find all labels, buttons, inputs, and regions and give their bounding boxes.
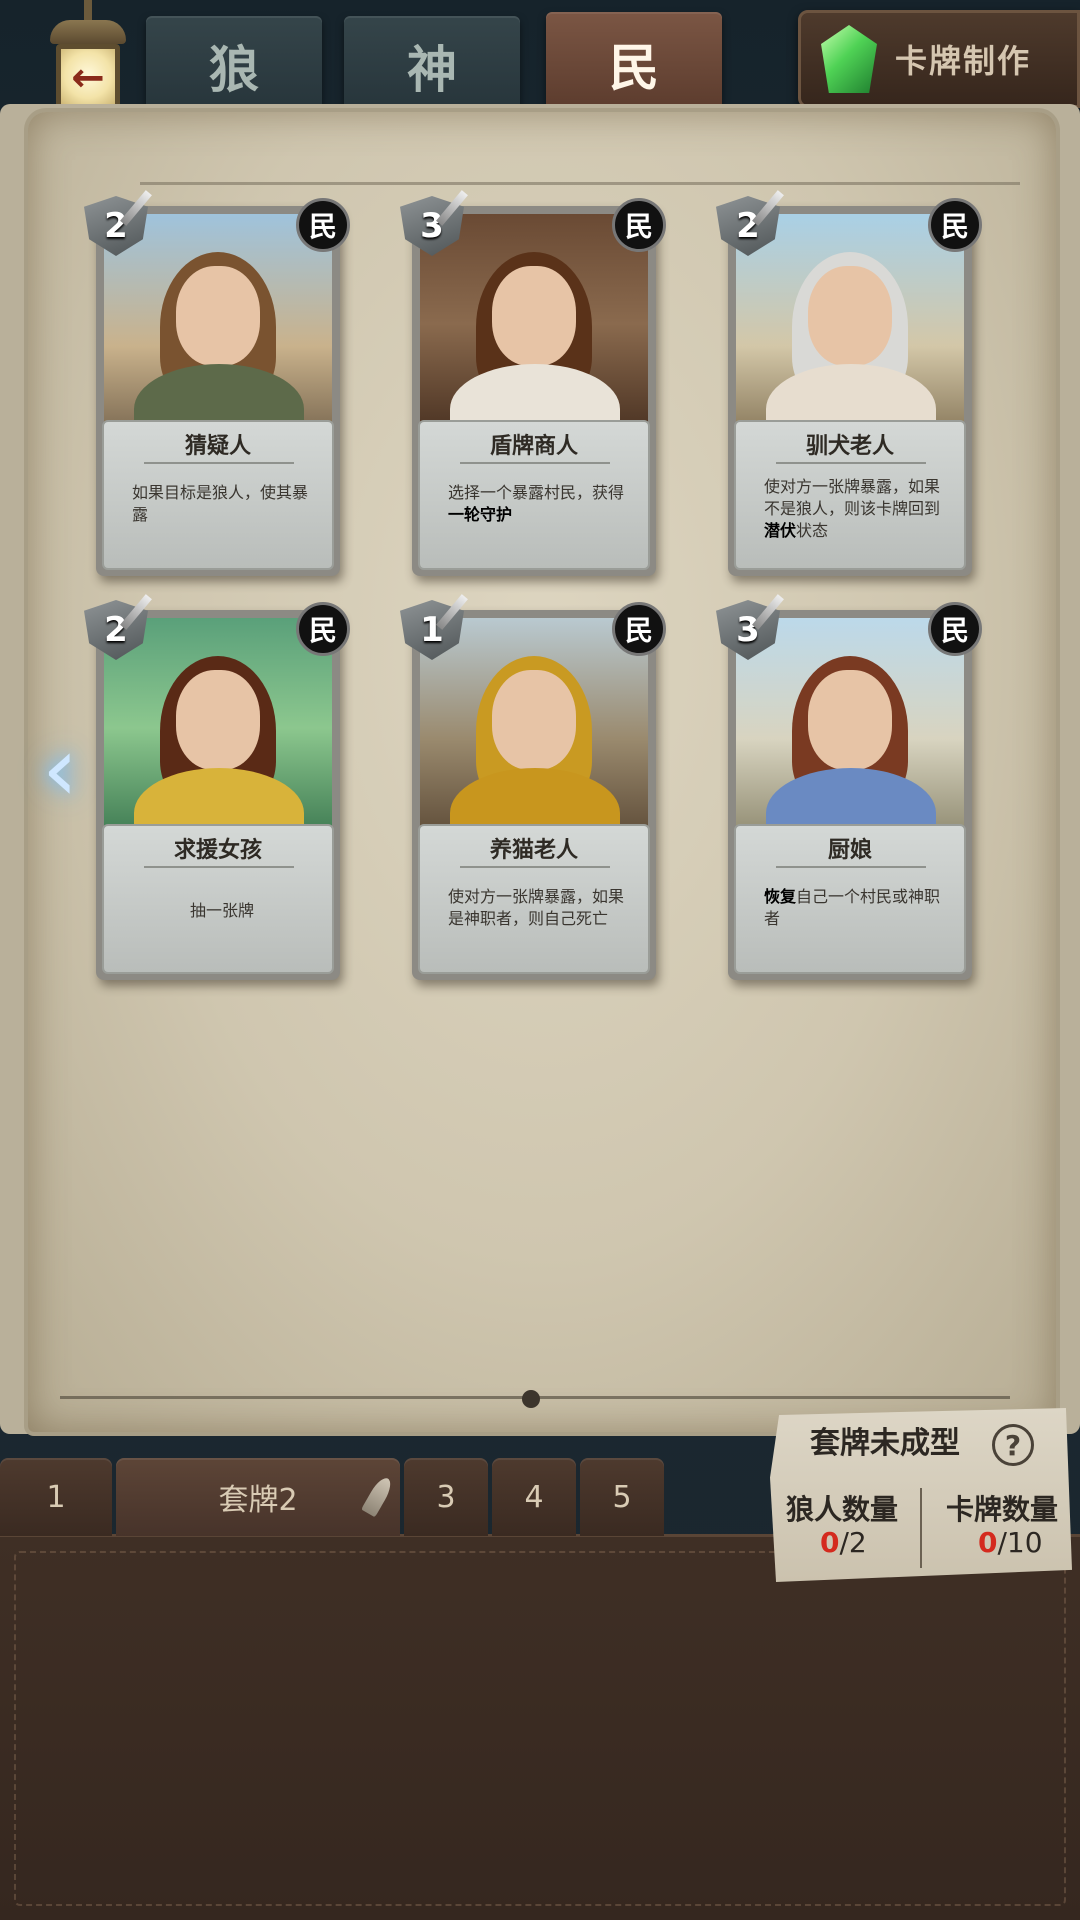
card-description: 如果目标是狼人，使其暴露 [132,483,309,524]
card-text-box: 猜疑人 如果目标是狼人，使其暴露 [102,420,334,570]
deck-tab-label: 套牌2 [218,1483,298,1518]
card-making-label: 卡牌制作 [895,42,1032,80]
note-divider [920,1488,922,1568]
card-art [420,618,648,838]
villager-faction-badge: 民 [612,198,666,252]
card-description: 抽一张牌 [189,901,254,920]
deck-status-note: 套牌未成型 ? 狼人数量 卡牌数量 0/2 0/10 [770,1408,1072,1582]
back-button[interactable]: ← [36,0,140,120]
tab-wolf[interactable]: 狼 [146,16,322,116]
card-dog-trainer[interactable]: 驯犬老人 使对方一张牌暴露，如果不是狼人，则该卡牌回到潜伏状态 2 民 [716,190,982,576]
card-name: 求援女孩 [173,838,262,863]
card-text-box: 驯犬老人 使对方一张牌暴露，如果不是狼人，则该卡牌回到潜伏状态 [734,420,966,570]
tab-god[interactable]: 神 [344,16,520,116]
prev-page-arrow-icon[interactable]: ‹ [30,720,90,820]
villager-faction-badge: 民 [928,602,982,656]
card-suspicious-person[interactable]: 猜疑人 如果目标是狼人，使其暴露 2 民 [84,190,350,576]
help-icon[interactable]: ? [992,1424,1034,1466]
villager-faction-badge: 民 [612,602,666,656]
villager-faction-badge: 民 [296,198,350,252]
page-bottom-ornament [522,1390,540,1408]
deck-tab-4[interactable]: 4 [492,1458,576,1536]
card-making-button[interactable]: 卡牌制作 [798,10,1080,108]
card-count-value: 0/10 [978,1526,1043,1559]
card-count-label: 卡牌数量 [946,1493,1059,1526]
card-description: 选择一个暴露村民，获得一轮守护 [448,483,625,524]
card-art [104,618,332,838]
card-description: 恢复自己一个村民或神职者 [764,887,941,928]
card-name: 猜疑人 [184,434,251,459]
deck-tab-3[interactable]: 3 [404,1458,488,1536]
deck-tray [0,1534,1080,1920]
deck-tab-2[interactable]: 套牌2 [116,1458,400,1536]
tab-villager[interactable]: 民 [546,12,722,116]
card-text-box: 盾牌商人 选择一个暴露村民，获得一轮守护 [418,420,650,570]
tray-stitching [14,1551,1066,1906]
card-name: 驯犬老人 [805,434,894,459]
card-art [104,214,332,434]
villager-faction-badge: 民 [296,602,350,656]
card-name: 盾牌商人 [489,434,578,459]
card-text-box: 求援女孩 抽一张牌 [102,824,334,974]
back-arrow-icon: ← [56,44,120,112]
card-art [420,214,648,434]
villager-faction-badge: 民 [928,198,982,252]
card-description: 使对方一张牌暴露，如果不是狼人，则该卡牌回到潜伏状态 [764,477,941,540]
deck-status-title: 套牌未成型 [810,1426,960,1461]
lantern-hook [84,0,92,22]
card-shield-merchant[interactable]: 盾牌商人 选择一个暴露村民，获得一轮守护 3 民 [400,190,666,576]
wolf-count-label: 狼人数量 [786,1493,899,1526]
card-help-girl[interactable]: 求援女孩 抽一张牌 2 民 [84,594,350,980]
card-name: 养猫老人 [489,838,578,863]
green-gem-icon [821,25,877,93]
lantern-cap [50,20,126,44]
card-art [736,618,964,838]
deck-tab-1[interactable]: 1 [0,1458,112,1536]
card-cook[interactable]: 厨娘 恢复自己一个村民或神职者 3 民 [716,594,982,980]
card-text-box: 养猫老人 使对方一张牌暴露，如果是神职者，则自己死亡 [418,824,650,974]
deck-tab-5[interactable]: 5 [580,1458,664,1536]
deck-tabs: 1 套牌2 3 4 5 [0,1458,680,1538]
card-art [736,214,964,434]
card-name: 厨娘 [827,838,872,863]
page-top-rule [140,182,1020,185]
card-cat-keeper[interactable]: 养猫老人 使对方一张牌暴露，如果是神职者，则自己死亡 1 民 [400,594,666,980]
card-description: 使对方一张牌暴露，如果是神职者，则自己死亡 [448,887,625,928]
rename-quill-icon[interactable] [361,1474,395,1518]
card-text-box: 厨娘 恢复自己一个村民或神职者 [734,824,966,974]
wolf-count-value: 0/2 [820,1526,867,1559]
